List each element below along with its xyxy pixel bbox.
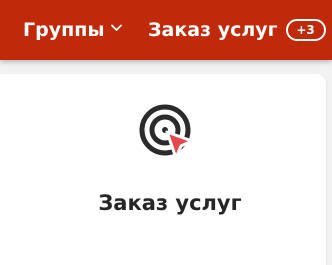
card-title: Заказ услуг <box>98 191 242 215</box>
nav-item-groups[interactable]: Группы <box>23 0 122 60</box>
count-badge: +3 <box>285 19 326 41</box>
chevron-down-icon <box>110 24 122 31</box>
nav-item-groups-label: Группы <box>23 19 105 41</box>
top-navigation-bar: Группы Заказ услуг +3 <box>0 0 332 60</box>
nav-item-service-orders-label: Заказ услуг <box>148 19 278 41</box>
nav-item-service-orders[interactable]: Заказ услуг +3 <box>148 0 326 60</box>
service-order-card[interactable]: Заказ услуг <box>0 74 326 265</box>
target-cursor-icon <box>139 104 194 160</box>
